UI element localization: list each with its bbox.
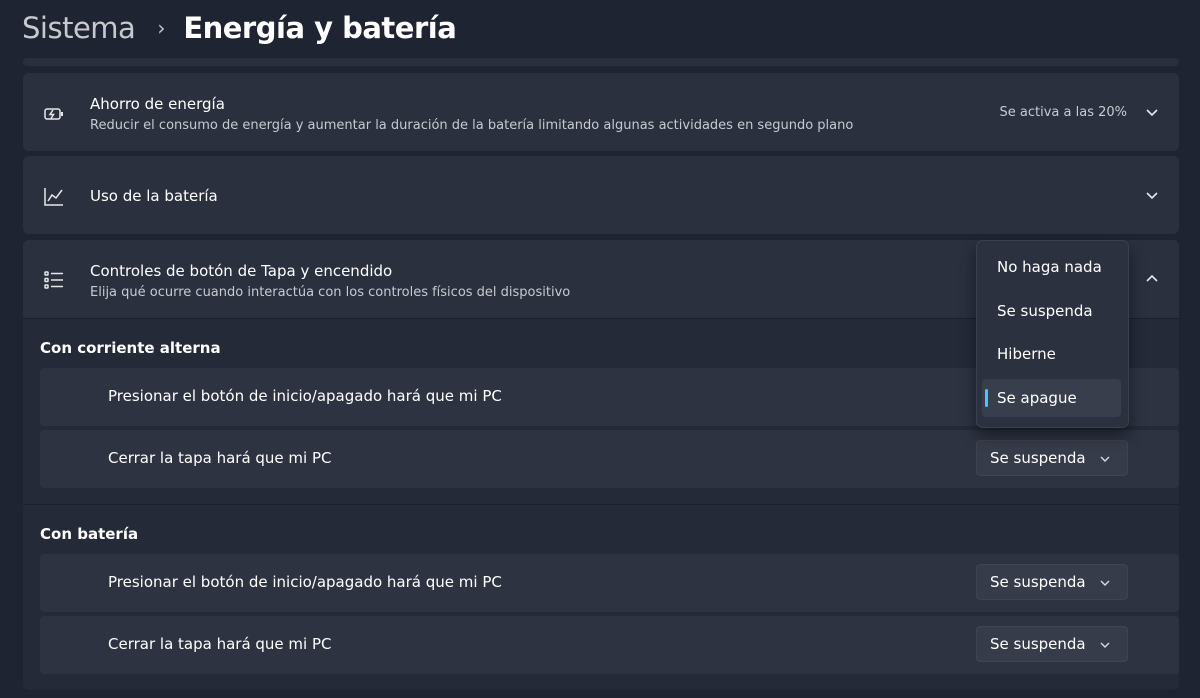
- battery-power-button-row: Presionar el botón de inicio/apagado har…: [40, 554, 1179, 612]
- dropdown-option-shut-down[interactable]: Se apague: [982, 379, 1121, 417]
- power-button-action-dropdown: No haga nada Se suspenda Hiberne Se apag…: [976, 240, 1129, 428]
- chevron-down-icon: [1099, 577, 1111, 589]
- ac-lid-label: Cerrar la tapa hará que mi PC: [108, 449, 332, 467]
- lid-power-controls-description: Elija qué ocurre cuando interactúa con l…: [90, 285, 571, 300]
- chevron-down-icon[interactable]: [1144, 187, 1160, 203]
- chevron-down-icon: [1099, 639, 1111, 651]
- selected-indicator: [985, 389, 988, 407]
- breadcrumb: Sistema › Energía y batería: [22, 6, 457, 50]
- power-saver-card[interactable]: Ahorro de energía Reducir el consumo de …: [23, 73, 1179, 151]
- ac-lid-row: Cerrar la tapa hará que mi PC Se suspend…: [40, 430, 1179, 488]
- dropdown-option-do-nothing[interactable]: No haga nada: [982, 248, 1121, 286]
- ac-section-title: Con corriente alterna: [40, 339, 221, 357]
- section-divider: [23, 504, 1179, 505]
- ac-lid-select[interactable]: Se suspenda: [976, 440, 1128, 476]
- battery-lid-label: Cerrar la tapa hará que mi PC: [108, 635, 332, 653]
- battery-power-button-select-value: Se suspenda: [990, 573, 1086, 591]
- battery-section-title: Con batería: [40, 525, 139, 543]
- dropdown-option-hibernate[interactable]: Hiberne: [982, 335, 1121, 373]
- chevron-down-icon[interactable]: [1144, 104, 1160, 120]
- dropdown-option-sleep[interactable]: Se suspenda: [982, 292, 1121, 330]
- battery-lid-select-value: Se suspenda: [990, 635, 1086, 653]
- breadcrumb-parent-link[interactable]: Sistema: [22, 11, 136, 45]
- battery-usage-title: Uso de la batería: [90, 187, 218, 205]
- breadcrumb-separator: ›: [157, 16, 166, 40]
- chevron-up-icon[interactable]: [1144, 271, 1160, 287]
- battery-usage-card[interactable]: Uso de la batería: [23, 156, 1179, 234]
- power-saver-title: Ahorro de energía: [90, 95, 225, 113]
- battery-saver-icon: [42, 102, 66, 126]
- ac-power-button-label: Presionar el botón de inicio/apagado har…: [108, 387, 502, 405]
- battery-lid-select[interactable]: Se suspenda: [976, 626, 1128, 662]
- power-saver-description: Reducir el consumo de energía y aumentar…: [90, 118, 854, 133]
- power-saver-status: Se activa a las 20%: [999, 105, 1127, 120]
- battery-power-button-select[interactable]: Se suspenda: [976, 564, 1128, 600]
- chart-line-icon: [42, 185, 66, 209]
- battery-lid-row: Cerrar la tapa hará que mi PC Se suspend…: [40, 616, 1179, 674]
- previous-card-edge: [23, 58, 1179, 66]
- list-settings-icon: [42, 268, 66, 292]
- page-title: Energía y batería: [183, 11, 457, 45]
- chevron-down-icon: [1099, 453, 1111, 465]
- ac-lid-select-value: Se suspenda: [990, 449, 1086, 467]
- battery-power-button-label: Presionar el botón de inicio/apagado har…: [108, 573, 502, 591]
- lid-power-controls-title: Controles de botón de Tapa y encendido: [90, 262, 393, 280]
